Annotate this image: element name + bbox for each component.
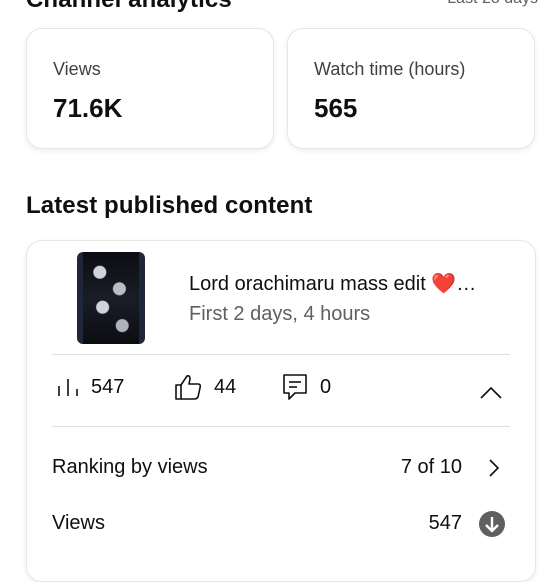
divider: [52, 426, 510, 427]
divider: [52, 354, 510, 355]
views-row-label: Views: [52, 512, 105, 534]
likes-count: 44: [214, 375, 237, 398]
latest-content-card: Lord orachimaru mass edit ❤️… First 2 da…: [26, 240, 536, 582]
bar-chart-icon: [58, 379, 78, 396]
thumb-up-icon: [175, 375, 202, 400]
latest-content-title: Latest published content: [26, 192, 313, 219]
video-thumbnail[interactable]: [77, 252, 145, 344]
likes-metric: 44: [174, 367, 236, 407]
views-row[interactable]: Views 547: [52, 508, 510, 540]
arrow-down-circle-icon: [479, 511, 505, 537]
views-metric: 547: [57, 367, 124, 407]
comments-metric: 0: [282, 367, 331, 407]
video-title[interactable]: Lord orachimaru mass edit ❤️…: [189, 271, 476, 296]
collapse-button[interactable]: [477, 379, 505, 407]
views-stat-value: 71.6K: [53, 93, 123, 123]
views-count: 547: [91, 375, 125, 398]
video-meta: First 2 days, 4 hours: [189, 303, 371, 325]
comments-count: 0: [320, 375, 332, 398]
views-row-value: 547: [428, 512, 462, 534]
comment-icon: [283, 374, 307, 400]
views-stat-card[interactable]: Views 71.6K: [26, 28, 274, 149]
chevron-up-icon: [480, 386, 502, 399]
views-stat-label: Views: [53, 59, 101, 79]
thumbnail-image: [83, 252, 139, 344]
ranking-label: Ranking by views: [52, 456, 208, 478]
chevron-right-icon: [489, 459, 500, 477]
date-range-label: Last 28 days: [447, 0, 538, 8]
watch-time-stat-card[interactable]: Watch time (hours) 565: [287, 28, 535, 149]
watch-time-stat-label: Watch time (hours): [314, 59, 466, 79]
ranking-by-views-row[interactable]: Ranking by views 7 of 10: [52, 452, 510, 484]
ranking-value: 7 of 10: [400, 456, 462, 478]
watch-time-stat-value: 565: [314, 93, 358, 123]
channel-analytics-title: Channel analytics: [26, 0, 232, 14]
